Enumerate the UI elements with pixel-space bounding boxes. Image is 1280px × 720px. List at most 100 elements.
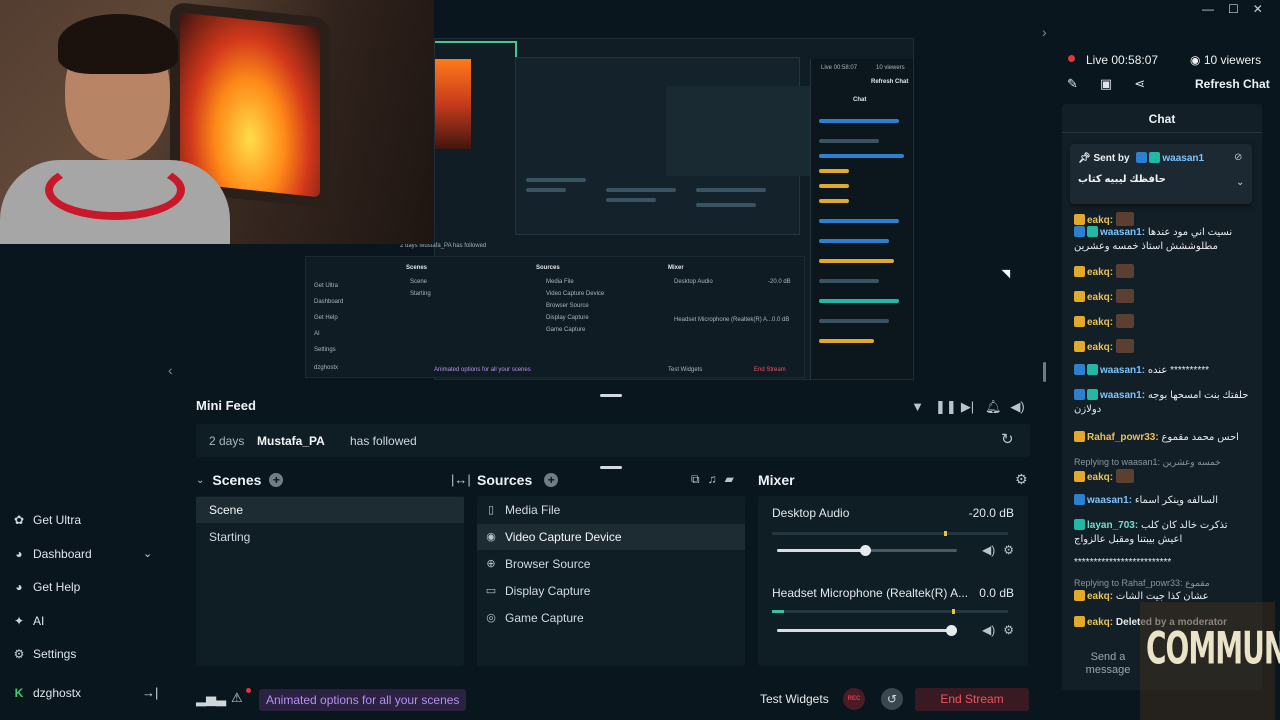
volume-slider[interactable] (777, 545, 957, 556)
mixer-channel-db: -20.0 dB (968, 506, 1014, 520)
alert-icon[interactable]: ⚠ (231, 690, 243, 706)
chat-username[interactable]: eakq: (1087, 317, 1113, 328)
feed-user[interactable]: Mustafa_PA (257, 434, 325, 448)
source-item[interactable]: ▭ Display Capture (477, 578, 745, 604)
chat-message: ************************* (1074, 556, 1254, 570)
chat-username[interactable]: waasan1: (1100, 390, 1145, 401)
chat-username[interactable]: eakq: (1087, 617, 1113, 628)
refresh-icon[interactable]: ↻ (1001, 430, 1014, 448)
sidebar-user[interactable]: Kdzghostx (12, 686, 81, 700)
collapse-right-chevron-icon[interactable]: › (1042, 24, 1056, 44)
chevron-down-icon[interactable]: ⌄ (1236, 177, 1244, 188)
chat-username[interactable]: waasan1: (1100, 227, 1145, 238)
bell-icon[interactable]: 🔔︎ (985, 399, 1002, 415)
filter-icon[interactable]: ▼ (910, 399, 925, 415)
pinned-message[interactable]: 📌︎ Sent by waasan1 ⊘ حافظك ليبيه كتاب ⌄ (1070, 144, 1252, 204)
collapse-chevron-icon[interactable]: ⌄ (196, 475, 204, 486)
minifeed-title: Mini Feed (196, 398, 256, 413)
add-source-button[interactable]: + (544, 473, 559, 487)
sidebar-item-get-ultra[interactable]: ✿ Get Ultra (12, 513, 81, 527)
nested-refresh: Refresh Chat (871, 79, 909, 85)
emote-image (1115, 314, 1134, 328)
nested-sources-title: Sources (536, 265, 560, 271)
skip-icon[interactable]: ▶| (960, 399, 975, 415)
sidebar-label: Get Ultra (33, 513, 82, 527)
channel-settings-gear-icon[interactable]: ⚙ (1003, 623, 1014, 637)
mod-badge-icon (1074, 389, 1085, 400)
chat-username[interactable]: waasan1: (1100, 365, 1145, 376)
chat-username[interactable]: layan_703: (1087, 520, 1138, 531)
source-item[interactable]: ◉ Video Capture Device (477, 524, 745, 550)
maximize-icon[interactable]: ☐ (1228, 2, 1239, 16)
chat-username[interactable]: Rahaf_powr33: (1087, 432, 1159, 443)
scene-item[interactable]: Starting (196, 524, 464, 550)
channel-settings-gear-icon[interactable]: ⚙ (1003, 543, 1014, 557)
select-source-icon[interactable]: ⧉ (691, 472, 700, 487)
replay-buffer-icon[interactable]: ↺ (881, 688, 903, 710)
audio-icon[interactable]: ♫ (708, 472, 717, 487)
nested-scene-item: Scene (410, 279, 428, 285)
scene-item[interactable]: Scene (196, 497, 464, 523)
logout-icon[interactable]: →| (142, 685, 158, 700)
source-label: Browser Source (505, 557, 591, 571)
folder-icon[interactable]: ▰ (725, 472, 734, 487)
animated-options-badge[interactable]: Animated options for all your scenes (259, 689, 467, 711)
crown-badge-icon (1074, 590, 1085, 601)
mixer-channel-db: 0.0 dB (979, 586, 1014, 600)
volume-slider[interactable] (777, 625, 957, 636)
chat-username[interactable]: eakq: (1087, 292, 1113, 303)
test-widgets-button[interactable]: Test Widgets (760, 692, 829, 706)
eye-icon: ◉ (1190, 53, 1204, 67)
add-scene-button[interactable]: + (269, 473, 284, 487)
chat-username[interactable]: eakq: (1087, 215, 1113, 226)
live-indicator-dot (1068, 55, 1075, 62)
record-button[interactable]: REC (843, 688, 865, 710)
community-logo-text: COMMUNITY (1146, 622, 1280, 675)
close-icon[interactable]: ✕ (1253, 2, 1263, 16)
community-logo-overlay: COMMUNITY (1140, 602, 1280, 720)
sidebar-item-ai[interactable]: ✦ AI (12, 614, 44, 628)
edit-pencil-icon[interactable]: ✎ (1067, 76, 1078, 92)
sidebar-label: Get Help (33, 580, 81, 594)
sub-badge-icon (1149, 152, 1161, 163)
chat-username[interactable]: eakq: (1087, 472, 1113, 483)
chat-username[interactable]: eakq: (1087, 267, 1113, 278)
chat-username[interactable]: eakq: (1087, 591, 1113, 602)
share-icon[interactable]: ⋖ (1134, 76, 1145, 92)
source-item[interactable]: ▯ Media File (477, 497, 745, 523)
chat-username[interactable]: eakq: (1087, 342, 1113, 353)
mixer-settings-gear-icon[interactable]: ⚙ (1015, 471, 1028, 488)
mod-badge-icon (1074, 226, 1085, 237)
unpin-icon[interactable]: ⊘ (1234, 152, 1242, 163)
chat-text: عشان كذا جيت الشات (1115, 591, 1209, 602)
volume-icon[interactable]: ◀) (1010, 399, 1025, 415)
stats-icon[interactable]: ▂▅▃ (196, 691, 226, 707)
scenes-title: Scenes (212, 472, 262, 488)
panel-resize-handle[interactable] (600, 466, 622, 469)
chevron-down-icon[interactable]: ⌄ (143, 547, 152, 560)
collapse-left-chevron-icon[interactable]: ‹ (168, 362, 182, 382)
crown-badge-icon (1074, 431, 1085, 442)
chat-input[interactable]: Send a message (1070, 648, 1146, 684)
streamer-person (0, 14, 230, 244)
popout-icon[interactable]: ▣ (1100, 76, 1112, 92)
sidebar-item-get-help[interactable]: ◕ Get Help (12, 580, 80, 594)
sidebar-item-dashboard[interactable]: ◕ Dashboard (12, 547, 91, 561)
preview-scrollbar[interactable] (1043, 362, 1046, 382)
chat-message: waasan1: نسيت اني مود عندها مطلوششش استا… (1074, 226, 1254, 254)
mute-speaker-icon[interactable]: ◀) (982, 543, 995, 557)
refresh-chat-button[interactable]: Refresh Chat (1195, 77, 1270, 91)
minimize-icon[interactable]: — (1202, 2, 1214, 16)
chat-username[interactable]: waasan1: (1087, 495, 1132, 506)
end-stream-button[interactable]: End Stream (915, 688, 1029, 711)
pause-icon[interactable]: ❚❚ (935, 399, 957, 415)
preview-resize-handle[interactable] (600, 394, 622, 397)
source-item[interactable]: ⊕ Browser Source (477, 551, 745, 577)
sources-toolbar: ⧉ ♫ ▰ (691, 472, 734, 487)
mute-speaker-icon[interactable]: ◀) (982, 623, 995, 637)
sidebar-item-settings[interactable]: ⚙ Settings (12, 647, 77, 661)
scene-transition-icon[interactable]: |↔| (451, 472, 471, 487)
source-item[interactable]: ◎ Game Capture (477, 605, 745, 631)
pinned-user[interactable]: waasan1 (1162, 153, 1204, 164)
crown-badge-icon (1074, 266, 1085, 277)
